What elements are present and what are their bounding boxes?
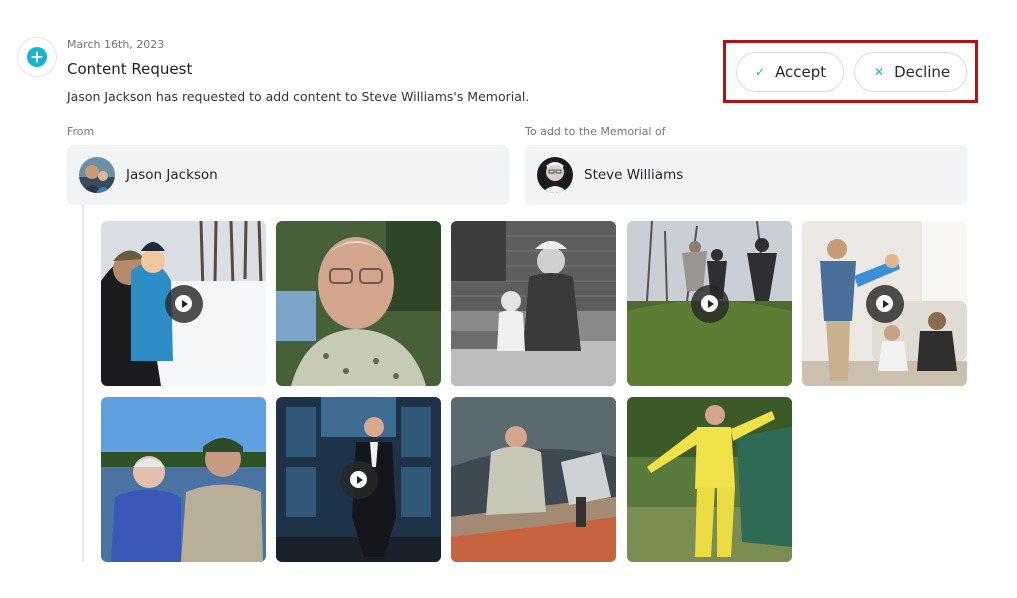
to-user-card: Steve Williams <box>525 145 967 205</box>
request-description: Jason Jackson has requested to add conte… <box>67 89 530 104</box>
accept-label: Accept <box>775 63 827 81</box>
media-thumbnail-7[interactable] <box>276 397 441 562</box>
media-thumbnail-6[interactable] <box>101 397 266 562</box>
from-user-card: Jason Jackson <box>67 145 509 205</box>
decline-label: Decline <box>894 63 951 81</box>
play-icon[interactable] <box>164 284 203 323</box>
from-label: From <box>67 125 95 138</box>
media-thumbnail-1[interactable] <box>101 221 266 386</box>
media-thumbnail-2[interactable] <box>276 221 441 386</box>
to-user-name: Steve Williams <box>584 167 684 183</box>
add-timeline-icon[interactable] <box>17 37 57 77</box>
avatar <box>79 157 115 193</box>
to-label: To add to the Memorial of <box>525 125 666 138</box>
play-icon[interactable] <box>865 284 904 323</box>
accept-button[interactable]: ✓ Accept <box>736 52 844 92</box>
media-thumbnail-9[interactable] <box>627 397 792 562</box>
timeline-connector <box>82 205 84 562</box>
request-title: Content Request <box>67 60 193 78</box>
media-thumbnail-8[interactable] <box>451 397 616 562</box>
media-thumbnail-4[interactable] <box>627 221 792 386</box>
avatar <box>537 157 573 193</box>
close-icon: ✕ <box>874 65 885 79</box>
plus-icon <box>27 47 47 67</box>
from-user-name: Jason Jackson <box>126 167 218 183</box>
media-thumbnail-5[interactable] <box>802 221 967 386</box>
request-date: March 16th, 2023 <box>67 38 165 51</box>
play-icon[interactable] <box>339 460 378 499</box>
decline-button[interactable]: ✕ Decline <box>854 52 967 92</box>
play-icon[interactable] <box>690 284 729 323</box>
check-icon: ✓ <box>755 65 766 79</box>
media-thumbnail-3[interactable] <box>451 221 616 386</box>
